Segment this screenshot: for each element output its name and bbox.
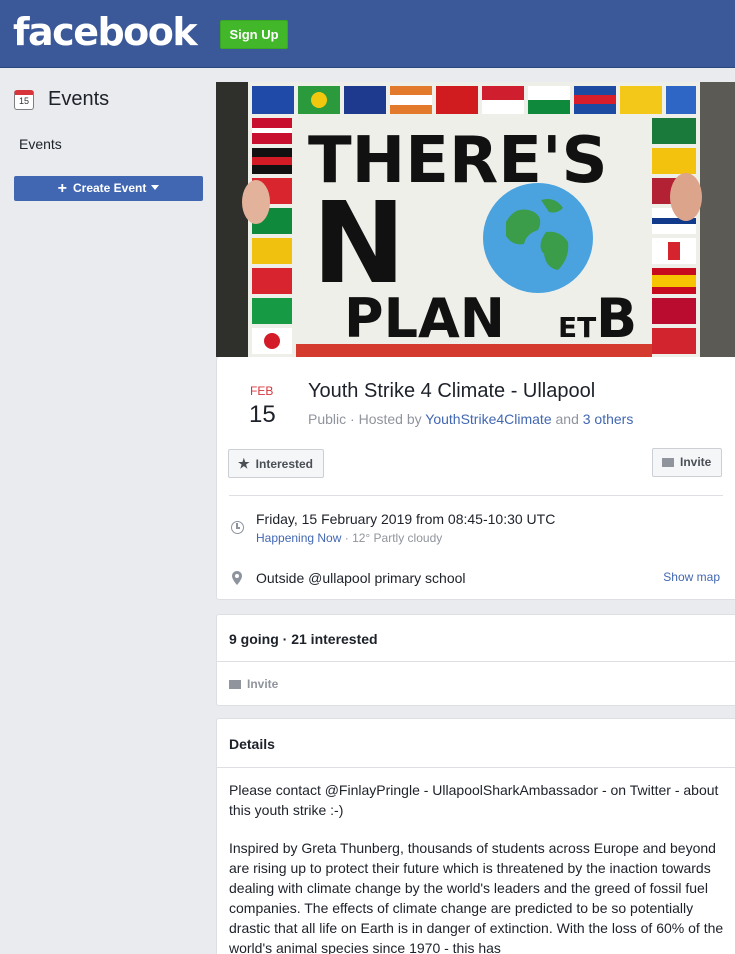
sign-text-et: ET (558, 311, 596, 344)
event-meta: Public · Hosted by YouthStrike4Climate a… (308, 411, 634, 427)
event-title: Youth Strike 4 Climate - Ullapool (308, 380, 596, 402)
sidebar-title-text: Events (48, 88, 110, 110)
details-paragraph: Please contact @FinlayPringle - Ullapool… (229, 782, 719, 818)
invite-label: Invite (680, 455, 712, 469)
sidebar-title: 15 Events (14, 88, 109, 111)
sign-up-button[interactable]: Sign Up (220, 20, 288, 49)
invite-friends-label: Invite (247, 677, 279, 691)
plus-icon: + (57, 180, 67, 197)
calendar-icon: 15 (14, 89, 34, 110)
details-paragraph: Inspired by Greta Thunberg, thousands of… (229, 840, 724, 954)
attendance-card: 9 going · 21 interested Invite (216, 614, 735, 706)
top-bar: facebook Sign Up (0, 0, 735, 68)
event-datetime[interactable]: Friday, 15 February 2019 from 08:45-10:3… (256, 511, 555, 527)
globe-icon (483, 183, 593, 293)
interested-label: Interested (255, 457, 314, 471)
sidebar-item-events[interactable]: Events (19, 136, 62, 152)
event-location[interactable]: Outside @ullapool primary school (256, 570, 466, 586)
event-info-card: FEB 15 Youth Strike 4 Climate - Ullapool… (216, 357, 735, 600)
divider (229, 495, 723, 496)
facebook-logo[interactable]: facebook (13, 9, 198, 55)
sign-text-line3: PLAN (344, 287, 505, 350)
envelope-icon (662, 458, 674, 467)
happening-now-label: Happening Now (256, 531, 342, 545)
cover-image: THERE'S N PLAN ET B (216, 82, 735, 357)
invite-friends-button[interactable]: Invite (229, 677, 278, 691)
event-privacy: Public (308, 411, 347, 427)
interested-button[interactable]: ★ Interested (228, 449, 325, 478)
attendance-summary[interactable]: 9 going · 21 interested (229, 631, 378, 647)
details-heading: Details (229, 736, 275, 752)
host-link[interactable]: YouthStrike4Climate (425, 411, 551, 427)
and-label: and (555, 411, 579, 427)
other-hosts-link[interactable]: 3 others (583, 411, 634, 427)
event-cover-photo[interactable]: THERE'S N PLAN ET B (216, 82, 735, 357)
event-status: Happening Now · 12° Partly cloudy (256, 531, 443, 545)
divider (217, 661, 735, 662)
sign-text-b: B (596, 287, 637, 350)
details-card: Details Please contact @FinlayPringle - … (216, 718, 735, 954)
show-map-link[interactable]: Show map (663, 570, 720, 584)
divider (217, 767, 735, 768)
star-icon: ★ (238, 456, 250, 471)
invite-button[interactable]: Invite (652, 448, 723, 477)
details-body: Please contact @FinlayPringle - Ullapool… (229, 780, 729, 954)
envelope-icon (229, 680, 241, 689)
create-event-label: Create Event (72, 181, 147, 195)
caret-down-icon (151, 185, 160, 190)
weather-label: 12° Partly cloudy (352, 531, 443, 545)
event-date-day: 15 (249, 401, 276, 428)
location-pin-icon (232, 571, 242, 585)
clock-icon (231, 521, 244, 534)
create-event-button[interactable]: + Create Event (14, 176, 203, 201)
hosted-by-label: Hosted by (358, 411, 422, 427)
event-date-month: FEB (250, 384, 274, 398)
